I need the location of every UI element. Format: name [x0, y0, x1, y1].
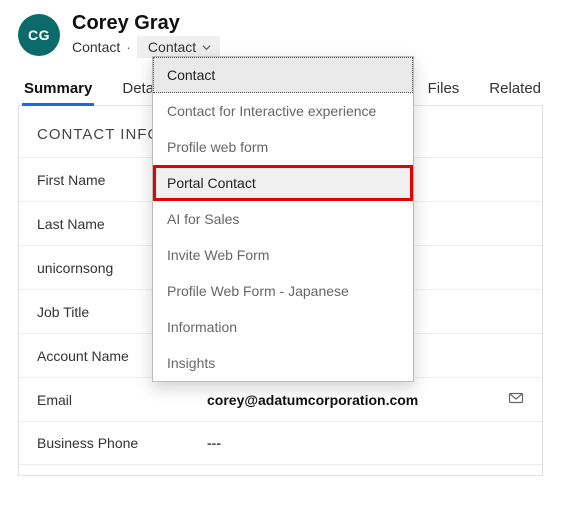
tab-summary[interactable]: Summary — [22, 80, 94, 105]
menu-item-contact-interactive[interactable]: Contact for Interactive experience — [153, 93, 413, 129]
form-switcher-label: Contact — [148, 39, 196, 55]
tab-files[interactable]: Files — [426, 80, 462, 105]
page-title: Corey Gray — [72, 12, 543, 34]
menu-item-profile-web-form-jp[interactable]: Profile Web Form - Japanese — [153, 273, 413, 309]
avatar-initials: CG — [28, 27, 50, 43]
form-switcher-button[interactable]: Contact — [137, 36, 220, 58]
field-business-phone[interactable]: Business Phone --- — [19, 421, 542, 465]
compose-email-button[interactable] — [508, 390, 524, 409]
tab-related[interactable]: Related — [487, 80, 543, 105]
entity-label: Contact — [72, 39, 120, 55]
record-header: CG Corey Gray Contact · Contact — [18, 12, 543, 58]
chevron-down-icon — [202, 43, 211, 52]
field-label: Business Phone — [37, 435, 207, 451]
menu-item-insights[interactable]: Insights — [153, 345, 413, 381]
menu-item-portal-contact[interactable]: Portal Contact — [153, 165, 413, 201]
field-email[interactable]: Email corey@adatumcorporation.com — [19, 377, 542, 421]
avatar: CG — [18, 14, 60, 56]
menu-item-profile-web-form[interactable]: Profile web form — [153, 129, 413, 165]
menu-item-invite-web-form[interactable]: Invite Web Form — [153, 237, 413, 273]
form-switcher-menu[interactable]: Contact Contact for Interactive experien… — [152, 56, 414, 382]
field-label: Email — [37, 392, 207, 408]
menu-item-information[interactable]: Information — [153, 309, 413, 345]
email-value: corey@adatumcorporation.com — [207, 392, 508, 408]
phone-value: --- — [207, 435, 524, 451]
menu-item-ai-for-sales[interactable]: AI for Sales — [153, 201, 413, 237]
menu-item-contact[interactable]: Contact — [153, 57, 413, 93]
separator-dot: · — [126, 39, 131, 55]
